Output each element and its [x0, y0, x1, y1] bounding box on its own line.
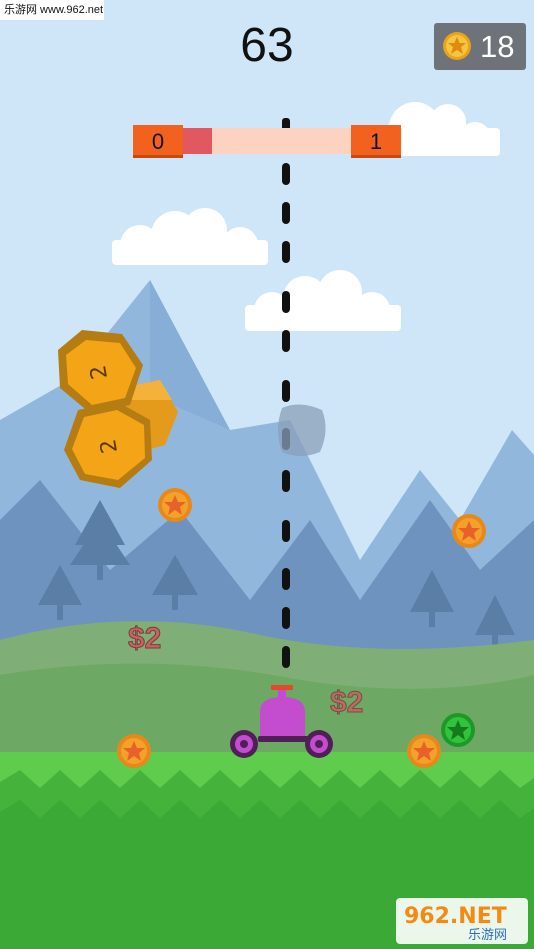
star-coin-icon[interactable]	[117, 734, 151, 768]
bullet-icon	[282, 470, 290, 492]
level-progress-bar	[183, 128, 351, 154]
cannon-wheel-icon	[305, 730, 333, 758]
green-star-coin-icon[interactable]	[441, 713, 475, 747]
site-watermark: 乐游网 www.962.net	[0, 0, 104, 20]
star-coin-icon	[443, 32, 471, 60]
current-level-badge: 0	[133, 125, 183, 158]
logo-subtext: 乐游网	[468, 928, 507, 943]
bullet-icon	[282, 330, 290, 352]
star-coin-icon[interactable]	[452, 514, 486, 548]
site-logo-watermark: 962.NET 乐游网	[396, 898, 528, 944]
star-coin-icon[interactable]	[158, 488, 192, 522]
bullet-icon	[282, 568, 290, 590]
coin-counter: 18	[434, 23, 526, 70]
level-progress-fill	[183, 128, 212, 154]
coin-count: 18	[480, 29, 515, 64]
bullet-icon	[282, 241, 290, 263]
next-level-badge: 1	[351, 125, 401, 158]
bullet-icon	[282, 291, 290, 313]
cannon-wheel-icon	[230, 730, 258, 758]
star-coin-icon[interactable]	[407, 734, 441, 768]
bullet-icon	[282, 163, 290, 185]
floating-reward-text: $2	[329, 686, 364, 720]
bullet-icon	[282, 380, 290, 402]
bullet-icon	[282, 520, 290, 542]
bullet-icon	[282, 202, 290, 224]
bullet-icon	[282, 607, 290, 629]
hit-smoke	[278, 404, 326, 456]
bullet-icon	[282, 646, 290, 668]
logo-text: 962.NET	[404, 904, 507, 929]
floating-reward-text: $2	[127, 622, 162, 656]
